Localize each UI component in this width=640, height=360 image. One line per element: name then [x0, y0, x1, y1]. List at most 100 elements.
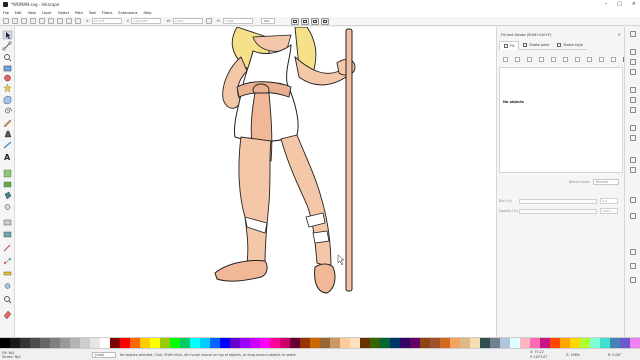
snap-nodes-icon[interactable] [630, 87, 636, 93]
linear-gradient-button[interactable] [527, 57, 532, 62]
blur-spin[interactable]: 0.0 [600, 198, 618, 204]
maximize-button[interactable]: □ [617, 1, 622, 7]
pencil-tool-icon[interactable] [3, 119, 12, 128]
fill-stroke-indicator[interactable]: Fill: N/A Stroke: N/A [2, 351, 21, 359]
close-window-button[interactable]: × [632, 1, 636, 7]
snap-rotation-icon[interactable] [630, 197, 636, 203]
nonzero-fill-button[interactable] [611, 57, 616, 62]
calligraphy-tool-icon[interactable] [3, 141, 12, 149]
lock-ratio-button[interactable] [205, 18, 212, 24]
svg-text:A: A [4, 153, 11, 162]
snap-intersection-icon[interactable] [630, 107, 636, 113]
node-tool-icon[interactable] [2, 41, 12, 51]
connector-tool-icon[interactable] [3, 257, 12, 265]
radial-gradient-button[interactable] [539, 57, 544, 62]
no-paint-button[interactable] [503, 57, 508, 62]
menu-file[interactable]: File [3, 11, 9, 15]
mesh-tool-icon[interactable] [3, 231, 12, 238]
dock-close-button[interactable]: × [618, 32, 621, 37]
mesh-gradient-button[interactable] [551, 57, 556, 62]
blend-mode-select[interactable]: Normal [593, 178, 619, 185]
flat-color-button[interactable] [515, 57, 520, 62]
h-field[interactable]: 1.288 [222, 18, 253, 24]
snap-bbox-icon[interactable] [630, 49, 636, 55]
move-gradients-toggle[interactable] [310, 17, 319, 25]
circle-tool-icon[interactable] [4, 74, 11, 82]
snap-smooth-icon[interactable] [630, 135, 636, 141]
tab-stroke-style[interactable]: Stroke style [553, 41, 587, 50]
eraser-bottom-icon[interactable] [3, 310, 12, 320]
pattern-button[interactable] [563, 57, 568, 62]
window-controls: – □ × [605, 1, 636, 7]
dropper-tool-icon[interactable] [3, 244, 11, 252]
measure-tool-icon[interactable] [3, 271, 12, 276]
text-tool-icon[interactable]: A [4, 153, 11, 162]
snap-center-icon[interactable] [630, 167, 636, 173]
select-all-layers-button[interactable] [12, 18, 18, 24]
scale-stroke-toggle[interactable] [290, 17, 299, 25]
lower-to-bottom-button[interactable] [75, 18, 81, 24]
snap-bbox-edge-icon[interactable] [630, 59, 636, 65]
gradient-tool-icon[interactable] [3, 219, 12, 226]
snap-midpoint-icon[interactable] [630, 157, 636, 163]
snap-cusp-icon[interactable] [630, 125, 636, 131]
star-tool-icon[interactable] [3, 83, 12, 93]
snap-guide-icon[interactable] [630, 277, 636, 283]
flip-vertical-button[interactable] [57, 18, 63, 24]
zoom-tool-icon[interactable] [4, 54, 12, 62]
blur-slider[interactable] [519, 198, 597, 204]
menu-object[interactable]: Object [58, 11, 69, 15]
menu-text[interactable]: Text [89, 11, 96, 15]
lpe-tool-icon[interactable] [4, 283, 11, 289]
menu-layer[interactable]: Layer [42, 11, 52, 15]
spiral-tool-icon[interactable] [5, 107, 12, 114]
y-field[interactable]: 1164.687 [131, 18, 162, 24]
snap-path-icon[interactable] [630, 97, 636, 103]
menu-extensions[interactable]: Extensions [118, 11, 137, 15]
eraser-tool-icon[interactable] [3, 181, 12, 188]
snap-text-baseline-icon[interactable] [630, 213, 636, 219]
bucket-tool-icon[interactable] [4, 191, 12, 200]
current-layer-select[interactable]: (root) [92, 352, 116, 358]
menu-view[interactable]: View [28, 11, 36, 15]
swatch-button[interactable] [575, 57, 580, 62]
w-field[interactable]: 6.633 [172, 18, 203, 24]
rotate-ccw-button[interactable] [30, 18, 36, 24]
evenodd-fill-button[interactable] [599, 57, 604, 62]
3d-box-tool-icon[interactable] [3, 95, 12, 105]
unset-paint-button[interactable] [587, 57, 592, 62]
selector-tool-icon[interactable] [2, 30, 13, 40]
rectangle-tool-icon[interactable] [3, 65, 12, 72]
menu-filters[interactable]: Filters [102, 11, 113, 15]
drawing-canvas[interactable] [15, 27, 496, 337]
deselect-button[interactable] [21, 18, 27, 24]
tab-fill[interactable]: Fill [499, 41, 520, 50]
zoom-field[interactable]: Z: 196% [566, 353, 580, 357]
rotation-field[interactable]: R: 0.00° [608, 353, 621, 357]
tab-stroke-paint[interactable]: Stroke paint [519, 41, 554, 50]
move-patterns-toggle[interactable] [320, 17, 329, 25]
flip-horizontal-button[interactable] [48, 18, 54, 24]
pen-tool-icon[interactable] [4, 130, 12, 138]
opacity-spin[interactable]: 100.0 [600, 208, 618, 214]
select-all-button[interactable] [3, 18, 9, 24]
menu-help[interactable]: Help [143, 11, 151, 15]
menu-edit[interactable]: Edit [15, 11, 22, 15]
snap-page-icon[interactable] [630, 249, 636, 255]
scale-corners-toggle[interactable] [300, 17, 309, 25]
spray-tool-icon[interactable] [3, 169, 12, 178]
rotate-cw-button[interactable] [39, 18, 45, 24]
raise-to-top-button[interactable] [66, 18, 72, 24]
opacity-slider[interactable] [519, 208, 597, 214]
minimize-button[interactable]: – [605, 1, 608, 7]
menu-path[interactable]: Path [75, 11, 83, 15]
zoom-fit-icon[interactable] [4, 296, 12, 304]
x-field[interactable]: 53.378 [91, 18, 122, 24]
tweak-tool-icon[interactable] [4, 204, 11, 210]
snap-toggle-icon[interactable] [630, 31, 636, 37]
unit-select[interactable]: mm [260, 18, 275, 24]
snap-grid-icon[interactable] [630, 263, 636, 269]
snap-bbox-corner-icon[interactable] [630, 69, 636, 75]
tab-stroke-style-label: Stroke style [563, 43, 583, 47]
x-label: X: [86, 19, 90, 23]
